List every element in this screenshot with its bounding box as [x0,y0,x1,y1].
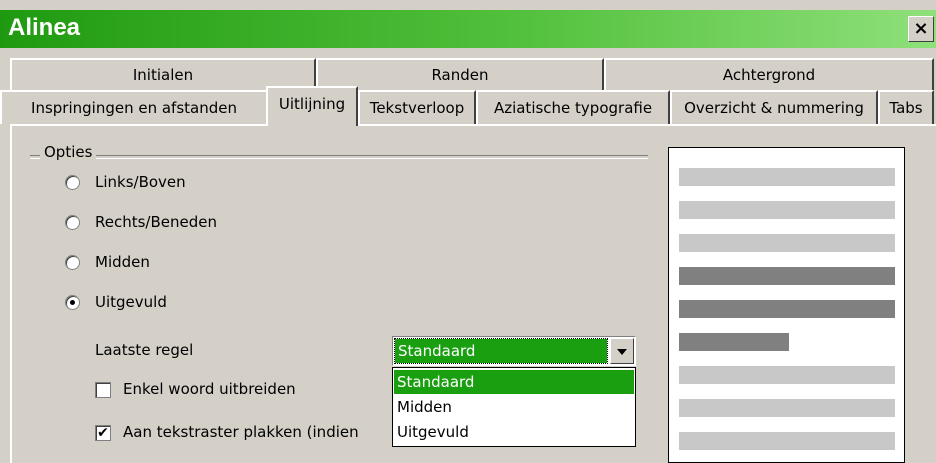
dropdown-option[interactable]: Standaard [394,370,634,394]
last-line-label: Laatste regel [95,341,194,359]
options-group-divider [30,155,648,159]
last-line-selected-value: Standaard [394,338,608,364]
snap-to-grid-label: Aan tekstraster plakken (indien [123,423,359,441]
title-bar: Alinea × [0,10,936,48]
dropdown-option[interactable]: Uitgevuld [394,420,634,444]
radio-label-midden: Midden [95,253,150,271]
preview-line [679,432,895,450]
tab-label: Randen [431,66,489,84]
preview-line [679,399,895,417]
preview-line [679,201,895,219]
expand-single-word-label: Enkel woord uitbreiden [123,380,296,398]
tab-uitlijning[interactable]: Uitlijning [266,86,358,126]
close-button[interactable]: × [908,16,934,42]
radio-midden[interactable] [65,255,80,270]
tab-overzicht-nummering[interactable]: Overzicht & nummering [670,90,878,124]
radio-rechts-beneden[interactable] [65,215,80,230]
tab-label: Tabs [889,99,923,117]
tab-label: Initialen [132,66,194,84]
options-group-label: Opties [40,143,97,161]
tab-inspringingen[interactable]: Inspringingen en afstanden [0,90,268,124]
preview-line [679,234,895,252]
tab-achtergrond[interactable]: Achtergrond [604,58,934,90]
tab-aziatische-typografie[interactable]: Aziatische typografie [476,90,670,124]
radio-links-boven[interactable] [65,175,80,190]
preview-line [679,366,895,384]
radio-label-uitgevuld: Uitgevuld [95,293,167,311]
preview-line [679,333,789,351]
radio-label-links-boven: Links/Boven [95,173,186,191]
radio-uitgevuld[interactable] [65,295,80,310]
last-line-select[interactable]: Standaard [392,336,636,366]
preview-line [679,300,895,318]
checkmark-icon: ✔ [97,425,109,441]
radio-label-rechts-beneden: Rechts/Beneden [95,213,217,231]
tab-label: Tekstverloop [369,99,465,117]
tab-label: Achtergrond [722,66,816,84]
tab-label: Uitlijning [278,95,346,113]
preview-line [679,168,895,186]
tab-tabs[interactable]: Tabs [878,90,934,124]
alignment-preview [668,147,905,463]
expand-single-word-checkbox[interactable] [95,382,111,398]
chevron-down-icon[interactable] [610,338,634,364]
tab-label: Inspringingen en afstanden [31,99,237,117]
window-title: Alinea [8,14,81,41]
last-line-dropdown: Standaard Midden Uitgevuld [392,367,636,447]
close-icon: × [913,18,929,39]
preview-line [679,267,895,285]
tab-label: Aziatische typografie [493,99,653,117]
tab-randen[interactable]: Randen [316,58,604,90]
dropdown-option[interactable]: Midden [394,395,634,419]
tab-tekstverloop[interactable]: Tekstverloop [358,90,476,124]
snap-to-grid-checkbox[interactable]: ✔ [95,425,111,441]
tab-label: Overzicht & nummering [684,99,864,117]
